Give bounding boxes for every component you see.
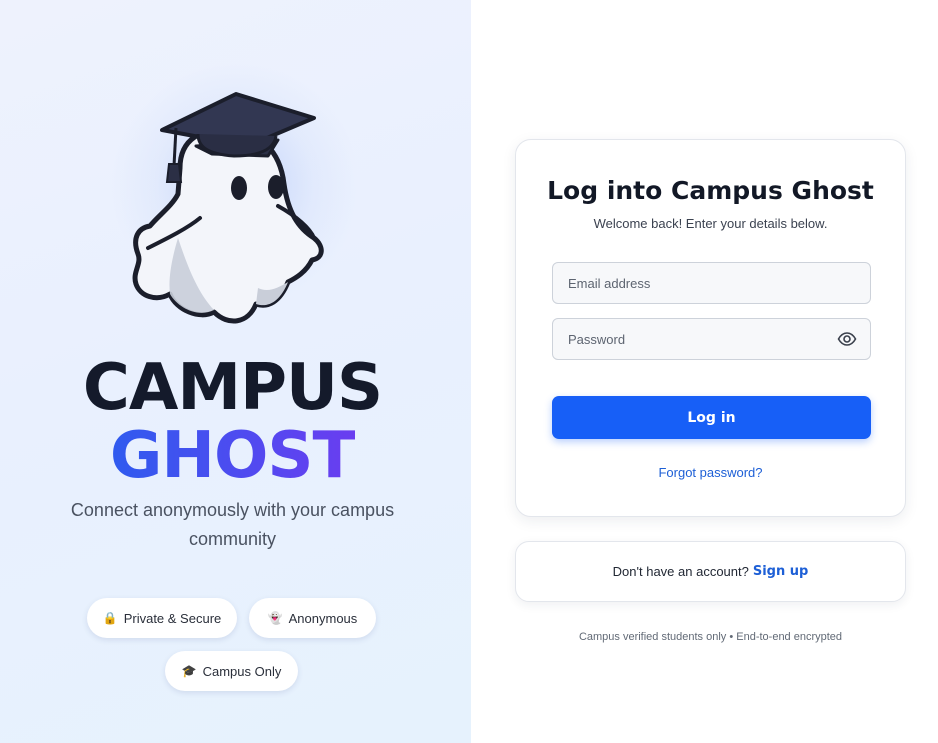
brand-tagline: Connect anonymously with your campus com… — [70, 500, 395, 549]
email-field-wrapper — [552, 262, 871, 304]
graduate-ghost-icon — [132, 92, 324, 324]
forgot-password-link[interactable]: Forgot password? — [516, 465, 905, 480]
brand-title-line2-text: GHOST — [109, 419, 356, 493]
login-subtitle: Welcome back! Enter your details below. — [593, 216, 828, 231]
graduation-cap-icon: 🎓 — [181, 664, 197, 678]
badge-private-secure: 🔒 Private & Secure — [87, 598, 237, 638]
brand-title-line1: CAMPUS — [82, 351, 383, 425]
password-input[interactable] — [553, 319, 870, 359]
login-button[interactable]: Log in — [552, 396, 871, 439]
ghost-icon: 👻 — [267, 611, 283, 625]
lock-icon: 🔒 — [102, 611, 118, 625]
signup-card: Don't have an account? Sign up — [515, 541, 906, 602]
email-input[interactable] — [553, 263, 870, 303]
badge-label: Anonymous — [288, 610, 358, 626]
badge-campus-only: 🎓 Campus Only — [165, 651, 298, 691]
badge-anonymous: 👻 Anonymous — [249, 598, 376, 638]
login-title: Log into Campus Ghost — [547, 176, 874, 205]
brand-panel: CAMPUS GHOST Connect anonymously with yo… — [0, 0, 471, 743]
password-field-wrapper — [552, 318, 871, 360]
badge-label: Private & Secure — [123, 610, 222, 626]
badge-label: Campus Only — [202, 663, 282, 679]
login-card: Log into Campus Ghost Welcome back! Ente… — [515, 139, 906, 517]
signup-prompt: Don't have an account? — [612, 564, 749, 579]
eye-icon[interactable] — [837, 331, 857, 347]
signup-link[interactable]: Sign up — [753, 564, 808, 579]
footer-note: Campus verified students only • End-to-e… — [578, 631, 843, 643]
brand-title-line2: GHOST — [0, 418, 465, 494]
